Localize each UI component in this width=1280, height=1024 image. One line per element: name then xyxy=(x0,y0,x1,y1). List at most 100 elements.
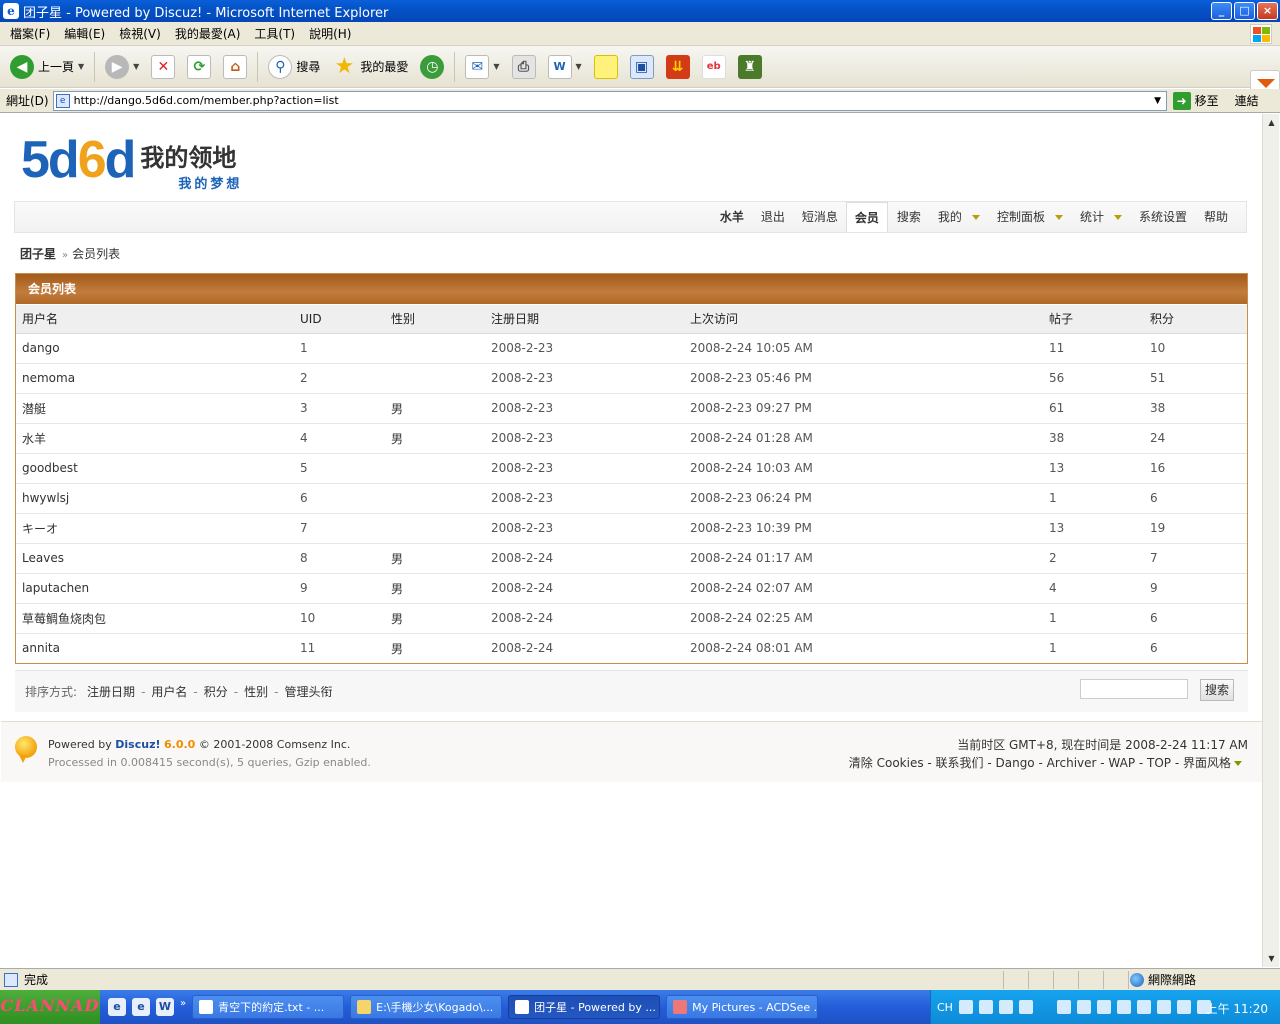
menu-file[interactable]: 檔案(F) xyxy=(4,25,58,42)
cell-username[interactable]: キーオ xyxy=(16,513,294,544)
sort-username[interactable]: 用户名 xyxy=(151,683,187,700)
nav-username[interactable]: 水羊 xyxy=(711,202,752,232)
sort-gender[interactable]: 性别 xyxy=(244,683,268,700)
menu-edit[interactable]: 編輯(E) xyxy=(58,25,113,42)
stop-button[interactable]: ✕ xyxy=(147,50,179,84)
cell-username[interactable]: dango xyxy=(16,333,294,364)
start-button[interactable]: CLANNAD xyxy=(0,990,100,1024)
sort-regdate[interactable]: 注册日期 xyxy=(87,683,135,700)
monitor-icon[interactable] xyxy=(1096,1000,1111,1014)
app-tray-icon[interactable] xyxy=(1176,1000,1191,1014)
ime-width-icon[interactable] xyxy=(998,1000,1013,1014)
col-credits[interactable]: 积分 xyxy=(1144,305,1247,334)
cell-username[interactable]: 水羊 xyxy=(16,423,294,454)
footer-links-text[interactable]: 清除 Cookies - 联系我们 - Dango - Archiver - W… xyxy=(849,756,1231,770)
cell-username[interactable]: Leaves xyxy=(16,543,294,574)
menu-tools[interactable]: 工具(T) xyxy=(248,25,303,42)
discuz-link[interactable]: Discuz! xyxy=(115,738,160,751)
sort-admin-title[interactable]: 管理头衔 xyxy=(284,683,332,700)
mail-button[interactable]: ✉ ▼ xyxy=(461,50,503,84)
minimize-button[interactable]: _ xyxy=(1211,2,1232,20)
col-lastvisit[interactable]: 上次访问 xyxy=(684,305,1043,334)
search-button[interactable]: ⚲ 搜尋 xyxy=(264,50,324,84)
cell-username[interactable]: laputachen xyxy=(16,573,294,604)
nav-logout[interactable]: 退出 xyxy=(752,202,793,232)
ime-menu-icon[interactable] xyxy=(1018,1000,1033,1014)
cell-uid: 2 xyxy=(294,363,385,394)
col-posts[interactable]: 帖子 xyxy=(1043,305,1144,334)
menu-help[interactable]: 說明(H) xyxy=(303,25,359,42)
col-username[interactable]: 用户名 xyxy=(16,305,294,334)
cell-username[interactable]: hwywlsj xyxy=(16,483,294,514)
language-indicator[interactable]: CH xyxy=(937,1001,953,1014)
nav-stats[interactable]: 统计 xyxy=(1071,202,1130,232)
close-button[interactable]: × xyxy=(1257,2,1278,20)
task-explorer[interactable]: E:\手機少女\Kogado\... xyxy=(350,995,503,1019)
nav-help[interactable]: 帮助 xyxy=(1195,202,1236,232)
cell-username[interactable]: annita xyxy=(16,633,294,663)
address-dropdown-icon[interactable]: ▼ xyxy=(1150,92,1166,110)
cell-username[interactable]: nemoma xyxy=(16,363,294,394)
forward-dropdown-icon[interactable]: ▼ xyxy=(133,62,139,71)
network-icon[interactable] xyxy=(1076,1000,1091,1014)
col-uid[interactable]: UID xyxy=(294,305,385,334)
download-tray-icon[interactable] xyxy=(1156,1000,1171,1014)
history-button[interactable]: ◷ xyxy=(416,50,448,84)
vertical-scrollbar[interactable]: ▲ ▼ xyxy=(1262,114,1279,967)
refresh-button[interactable]: ⟳ xyxy=(183,50,215,84)
research-button[interactable]: ▣ xyxy=(626,50,658,84)
breadcrumb-home[interactable]: 团子星 xyxy=(20,247,56,261)
volume-icon[interactable] xyxy=(1136,1000,1151,1014)
sort-credits[interactable]: 积分 xyxy=(204,683,228,700)
footer-links[interactable]: 清除 Cookies - 联系我们 - Dango - Archiver - W… xyxy=(849,754,1242,771)
address-url[interactable]: http://dango.5d6d.com/member.php?action=… xyxy=(74,94,339,107)
mail-dropdown-icon[interactable]: ▼ xyxy=(493,62,499,71)
go-button[interactable]: ➜ 移至 xyxy=(1172,91,1219,110)
download-button[interactable]: ⇊ xyxy=(662,50,694,84)
nav-my[interactable]: 我的 xyxy=(929,202,988,232)
task-acdsee[interactable]: My Pictures - ACDSee ... xyxy=(666,995,819,1019)
cell-username[interactable]: 草莓鲷鱼烧肉包 xyxy=(16,603,294,634)
member-search-input[interactable] xyxy=(1080,679,1188,699)
task-notepad[interactable]: 青空下的約定.txt - ... xyxy=(192,995,345,1019)
back-dropdown-icon[interactable]: ▼ xyxy=(78,62,84,71)
cell-username[interactable]: 潜艇 xyxy=(16,393,294,424)
home-button[interactable]: ⌂ xyxy=(219,50,251,84)
address-input[interactable]: e http://dango.5d6d.com/member.php?actio… xyxy=(52,90,1167,111)
note-button[interactable] xyxy=(590,50,622,84)
nav-system-settings[interactable]: 系统设置 xyxy=(1130,202,1195,232)
nav-messages[interactable]: 短消息 xyxy=(793,202,846,232)
ie-quicklaunch-icon[interactable]: e xyxy=(108,998,126,1016)
maximize-button[interactable]: □ xyxy=(1234,2,1255,20)
app-tray-icon[interactable] xyxy=(1116,1000,1131,1014)
network-icon[interactable] xyxy=(1056,1000,1071,1014)
cell-username[interactable]: goodbest xyxy=(16,453,294,484)
back-button[interactable]: ◀ 上一頁 ▼ xyxy=(6,50,88,84)
ime-mode-icon[interactable] xyxy=(978,1000,993,1014)
menu-favorites[interactable]: 我的最愛(A) xyxy=(169,25,249,42)
menu-view[interactable]: 檢視(V) xyxy=(113,25,169,42)
task-browser[interactable]: 团子星 - Powered by ... xyxy=(508,995,661,1019)
ime-icon[interactable] xyxy=(958,1000,973,1014)
ie-quicklaunch-icon[interactable]: e xyxy=(132,998,150,1016)
links-button[interactable]: 連結 xyxy=(1235,92,1259,109)
col-regdate[interactable]: 注册日期 xyxy=(485,305,684,334)
nav-search[interactable]: 搜索 xyxy=(888,202,929,232)
scroll-up-icon[interactable]: ▲ xyxy=(1263,114,1280,131)
col-gender[interactable]: 性别 xyxy=(385,305,485,334)
print-button[interactable]: ⎙ xyxy=(508,50,540,84)
forward-button[interactable]: ▶ ▼ xyxy=(101,50,143,84)
nav-control-panel[interactable]: 控制面板 xyxy=(988,202,1071,232)
site-logo[interactable]: 5d6d 我的领地 我的梦想 xyxy=(21,134,242,192)
edit-dropdown-icon[interactable]: ▼ xyxy=(576,62,582,71)
chevron-right-icon[interactable]: » xyxy=(180,998,186,1016)
addon-button[interactable]: ♜ xyxy=(734,50,766,84)
nav-members[interactable]: 会员 xyxy=(845,202,888,232)
ebay-button[interactable]: eb xyxy=(698,50,730,84)
favorites-button[interactable]: ★ 我的最愛 xyxy=(328,50,412,84)
scroll-down-icon[interactable]: ▼ xyxy=(1263,950,1280,967)
edit-button[interactable]: W ▼ xyxy=(544,50,586,84)
copyright[interactable]: © 2001-2008 Comsenz Inc. xyxy=(199,738,351,751)
word-quicklaunch-icon[interactable]: W xyxy=(156,998,174,1016)
member-search-button[interactable]: 搜索 xyxy=(1200,679,1234,701)
